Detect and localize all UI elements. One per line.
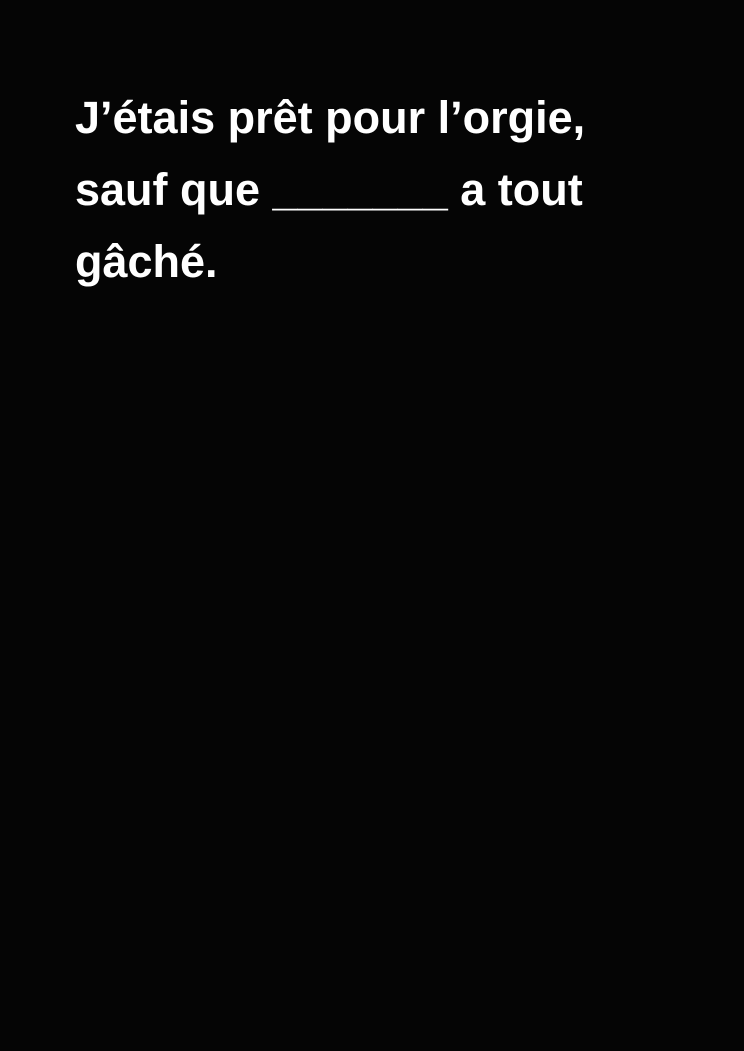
question-card: J’étais prêt pour l’orgie, sauf que ____…: [0, 0, 744, 1051]
card-text-line-2: sauf que _______ a tout: [75, 164, 583, 215]
card-text-line-3: gâché.: [75, 236, 218, 287]
card-text-line-1: J’étais prêt pour l’orgie,: [75, 92, 586, 143]
card-question-text: J’étais prêt pour l’orgie, sauf que ____…: [75, 82, 675, 298]
